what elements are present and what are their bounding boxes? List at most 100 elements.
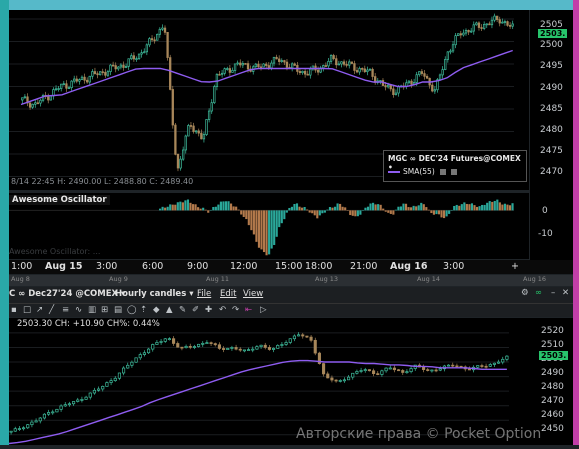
minimize-icon[interactable]: – [551,288,555,298]
marker-icon[interactable]: ◆ [153,305,160,315]
candle-body [88,392,92,398]
ellipse-icon[interactable]: ◯ [127,305,137,315]
candle-body [285,61,289,68]
candle-body [309,336,313,341]
candle-body [130,361,134,366]
ao-bar [285,210,288,213]
candle-body [78,79,81,82]
price-tick: 2495 [540,61,563,71]
top-price-axis[interactable]: 2505 2500 2495 2490 2485 2480 2475 2470 … [530,10,573,260]
ao-bar [171,204,174,211]
undo-icon[interactable]: ↶ [219,305,226,315]
triangle-icon[interactable]: ▲ [166,305,173,315]
candle-body [98,71,102,76]
select-icon[interactable]: □ [23,305,31,315]
ao-bar [394,209,397,211]
ao-bar [174,204,177,211]
ao-bar [455,204,458,211]
candle-body [202,134,206,140]
candle-body [327,60,330,67]
candle-body [451,44,455,52]
candle-body [106,71,110,76]
expand-axis-icon[interactable]: + [511,261,519,272]
candle-body [59,405,63,410]
ao-bar [237,209,240,211]
trend-up-icon[interactable]: ↗ [36,305,43,315]
candle-body [49,95,52,101]
price-tick: 2480 [541,382,564,392]
ao-tick: -10 [538,229,553,239]
awesome-oscillator-panel[interactable]: Awesome Oscillator Awesome Oscillator: .… [9,193,529,259]
draw-line-icon[interactable]: ⇤ [245,305,252,315]
candle-body [303,70,307,75]
candle-body [467,368,471,371]
candle-body [272,56,276,64]
ao-bar [404,203,408,211]
candle-body [292,335,296,340]
candle-body [358,68,361,73]
menu-edit[interactable]: Edit [220,289,236,299]
candle-body [418,71,421,76]
crosshair-icon[interactable]: ✚ [205,305,212,315]
interval-selector[interactable]: Hourly candles ▾ [115,289,193,299]
symbol-selector[interactable]: C ∞ Dec27'24 @COMEX ▾ [9,289,125,299]
cursor-icon[interactable]: ▪ [11,305,17,315]
candle-body [230,347,234,349]
text-icon[interactable]: ▤ [114,305,122,315]
ao-bar [318,210,321,216]
candle-body [130,55,133,60]
ao-bar [326,209,329,211]
legend-sma-label: SMA(55) [403,167,435,176]
arrow-icon[interactable]: ⇡ [140,305,147,315]
candle-body [63,404,67,407]
ao-bar [316,210,319,219]
candle-body [464,29,468,34]
menu-file[interactable]: File [197,289,211,299]
ao-bar [387,210,390,213]
fib-icon[interactable]: ⊞ [101,305,108,315]
ao-bar [440,210,443,218]
ao-bar [384,210,387,212]
candle-body [342,379,346,382]
ao-bar [184,200,187,211]
redo-icon[interactable]: ↷ [232,305,239,315]
pencil-icon[interactable]: ✎ [179,305,186,315]
top-price-chart[interactable]: 8/14 22:45 H: 2490.00 L: 2488.80 C: 2489… [9,10,529,190]
candle-body [475,22,478,26]
legend-settings-icon[interactable] [439,168,446,175]
candle-body [480,27,483,29]
candle-body [511,23,514,27]
candle-body [105,382,109,387]
candle-body [480,365,484,367]
ao-bar [331,207,334,211]
link-icon[interactable]: ∞ [535,288,542,298]
candle-body [476,365,480,368]
settings-icon[interactable]: ⚙ [521,288,529,298]
eraser-icon[interactable]: ▷ [260,305,267,315]
ao-bar [273,210,276,246]
ao-bar [313,210,316,216]
ao-bar [245,210,248,220]
bars-icon[interactable]: ▥ [88,305,96,315]
ao-bar [207,210,210,213]
time-axis[interactable]: 1:00 Aug 15 3:00 6:00 9:00 12:00 15:00 1… [9,260,573,274]
close-icon[interactable]: ✕ [562,288,569,298]
candle-body [169,57,172,90]
candle-body [161,27,164,30]
brush-icon[interactable]: ✐ [192,305,199,315]
time-tick: 18:00 [305,261,333,272]
candle-body [490,19,494,26]
ao-bar [298,206,301,211]
ao-bar [351,210,354,216]
legend-close-icon[interactable] [450,168,457,175]
line-icon[interactable]: ╱ [49,305,54,315]
menu-view[interactable]: View [243,289,263,299]
candle-body [13,428,17,432]
channel-icon[interactable]: ≡ [62,305,69,315]
candle-body [363,68,366,73]
timeline-navigator[interactable]: Aug 8 Aug 9 Aug 11 Aug 13 Aug 14 Aug 16 [9,275,573,286]
ao-bar [301,207,304,211]
candle-body [355,371,359,374]
ao-bar [235,206,238,211]
wave-icon[interactable]: ∿ [75,305,82,315]
